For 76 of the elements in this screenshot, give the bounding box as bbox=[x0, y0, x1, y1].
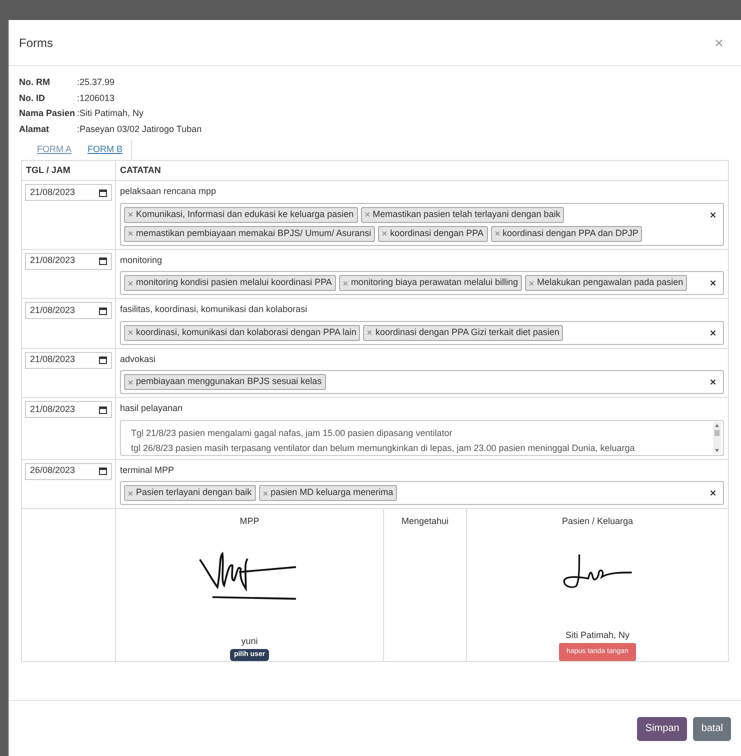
tag[interactable]: Komunikasi, Informasi dan edukasi ke keluarga pasien bbox=[124, 206, 358, 222]
tag[interactable]: Memastikan pasien telah terlayani dengan baik bbox=[360, 206, 564, 222]
remove-icon[interactable] bbox=[128, 280, 133, 286]
tag[interactable]: koordinasi dengan PPA dan DPJP bbox=[490, 226, 642, 242]
row-title: advokasi bbox=[120, 352, 157, 366]
remove-icon[interactable] bbox=[367, 330, 372, 335]
field-label: Nama Pasien bbox=[19, 107, 76, 120]
tag[interactable]: koordinasi dengan PPA Gizi terkait diet pasien bbox=[363, 324, 564, 340]
field-label: No. ID bbox=[19, 92, 46, 104]
remove-icon[interactable] bbox=[128, 231, 133, 236]
column-header: CATATAN bbox=[119, 164, 162, 177]
tag-select-field[interactable]: monitoring kondisi pasien melalui koordinasi PPA monitoring biaya perawatan melalui billing Melakukan pengawalan pada pasien bbox=[120, 271, 724, 295]
remove-icon[interactable] bbox=[342, 280, 348, 286]
tag-select-field[interactable]: Pasien terlayani dengan baik pasien MD keluarga menerima bbox=[120, 481, 724, 505]
signer-name: Siti Patimah, Ny bbox=[565, 629, 630, 642]
signature-heading: Pasien / Keluarga bbox=[562, 515, 634, 528]
row-title: monitoring bbox=[120, 254, 164, 267]
date-field[interactable]: 21/08/2023 bbox=[25, 302, 112, 319]
remove-icon[interactable] bbox=[128, 490, 133, 496]
tag[interactable]: memastikan pembiayaan memakai BPJS/ Umum/ Asuransi bbox=[124, 226, 376, 242]
tag[interactable]: monitoring kondisi pasien melalui koordinasi PPA bbox=[124, 275, 336, 291]
tag[interactable]: monitoring biaya perawatan melalui billing bbox=[338, 275, 522, 291]
field-label: Alamat bbox=[19, 122, 50, 136]
remove-icon[interactable] bbox=[128, 212, 133, 217]
signer-name: yuni bbox=[241, 635, 258, 648]
textarea-field[interactable]: Tgl 21/8/23 pasien mengalami gagal nafas, jam 15.00 pasien dipasang ventilator tgl 26/8/23 pasien masih terpasang ventilator dan belum memungkinkan di lepas, jam 23.00 pasien meninggal Dunia, keluarga bbox=[120, 420, 724, 456]
tag[interactable]: pasien MD keluarga menerima bbox=[258, 485, 398, 501]
remove-icon[interactable] bbox=[364, 212, 370, 217]
date-field[interactable]: 21/08/2023 bbox=[25, 401, 112, 418]
dialog-title: Forms bbox=[19, 34, 53, 52]
date-field[interactable]: 21/08/2023 bbox=[25, 252, 112, 270]
clear-icon[interactable] bbox=[710, 280, 716, 286]
calendar-icon[interactable] bbox=[99, 306, 107, 314]
signature-heading: MPP bbox=[240, 515, 260, 528]
tab-link[interactable]: FORM B bbox=[80, 140, 132, 160]
calendar-icon[interactable] bbox=[99, 467, 107, 475]
column-header: TGL / JAM bbox=[22, 161, 116, 180]
field-value: :1206013 bbox=[77, 92, 115, 104]
row-title: pelaksaan rencana mpp bbox=[120, 185, 218, 198]
tag-select-field[interactable]: koordinasi, komunikasi dan kolaborasi dengan PPA lain koordinasi dengan PPA Gizi terkait diet pasien bbox=[120, 320, 724, 344]
tag[interactable]: Pasien terlayani dengan baik bbox=[124, 485, 256, 501]
row-title: fasilitas, koordinasi, komunikasi dan kolaborasi bbox=[120, 303, 308, 316]
save-button[interactable]: Simpan bbox=[637, 716, 688, 740]
tag[interactable]: koordinasi dengan PPA bbox=[378, 226, 488, 242]
calendar-icon[interactable] bbox=[99, 257, 107, 265]
close-icon[interactable] bbox=[715, 38, 723, 46]
tag-select-field[interactable] bbox=[120, 202, 724, 246]
clear-icon[interactable] bbox=[710, 330, 716, 336]
tag[interactable]: Melakukan pengawalan pada pasien bbox=[525, 275, 688, 291]
remove-icon[interactable] bbox=[262, 490, 268, 496]
remove-icon[interactable] bbox=[494, 231, 500, 236]
remove-icon[interactable] bbox=[382, 231, 388, 236]
calendar-icon[interactable] bbox=[99, 356, 107, 364]
signature-heading: Mengetahui bbox=[401, 515, 449, 528]
clear-icon[interactable] bbox=[710, 379, 716, 385]
field-value: :25.37.99 bbox=[77, 76, 115, 89]
scrollbar-icon[interactable] bbox=[713, 422, 721, 454]
clear-icon[interactable] bbox=[710, 212, 716, 218]
field-value: :Paseyan 03/02 Jatirogo Tuban bbox=[77, 122, 202, 136]
calendar-icon[interactable] bbox=[99, 406, 107, 414]
field-label: No. RM bbox=[19, 76, 51, 89]
date-field[interactable]: 21/08/2023 bbox=[25, 184, 112, 201]
cancel-button[interactable]: batal bbox=[693, 716, 731, 740]
calendar-icon[interactable] bbox=[99, 188, 107, 196]
remove-icon[interactable] bbox=[128, 380, 133, 384]
tag[interactable]: pembiayaan menggunakan BPJS sesuai kelas bbox=[124, 374, 326, 390]
remove-icon[interactable] bbox=[529, 280, 534, 286]
remove-icon[interactable] bbox=[128, 330, 133, 335]
field-value: :Siti Patimah, Ny bbox=[77, 107, 144, 120]
clear-icon[interactable] bbox=[710, 490, 716, 496]
row-title: hasil pelayanan bbox=[120, 402, 184, 415]
date-field[interactable]: 21/08/2023 bbox=[25, 352, 112, 368]
date-field[interactable]: 26/08/2023 bbox=[25, 462, 112, 480]
tag[interactable]: koordinasi, komunikasi dan kolaborasi dengan PPA lain bbox=[124, 324, 360, 340]
row-title: terminal MPP bbox=[120, 464, 176, 476]
tag-select-field[interactable]: pembiayaan menggunakan BPJS sesuai kelas bbox=[120, 370, 724, 394]
